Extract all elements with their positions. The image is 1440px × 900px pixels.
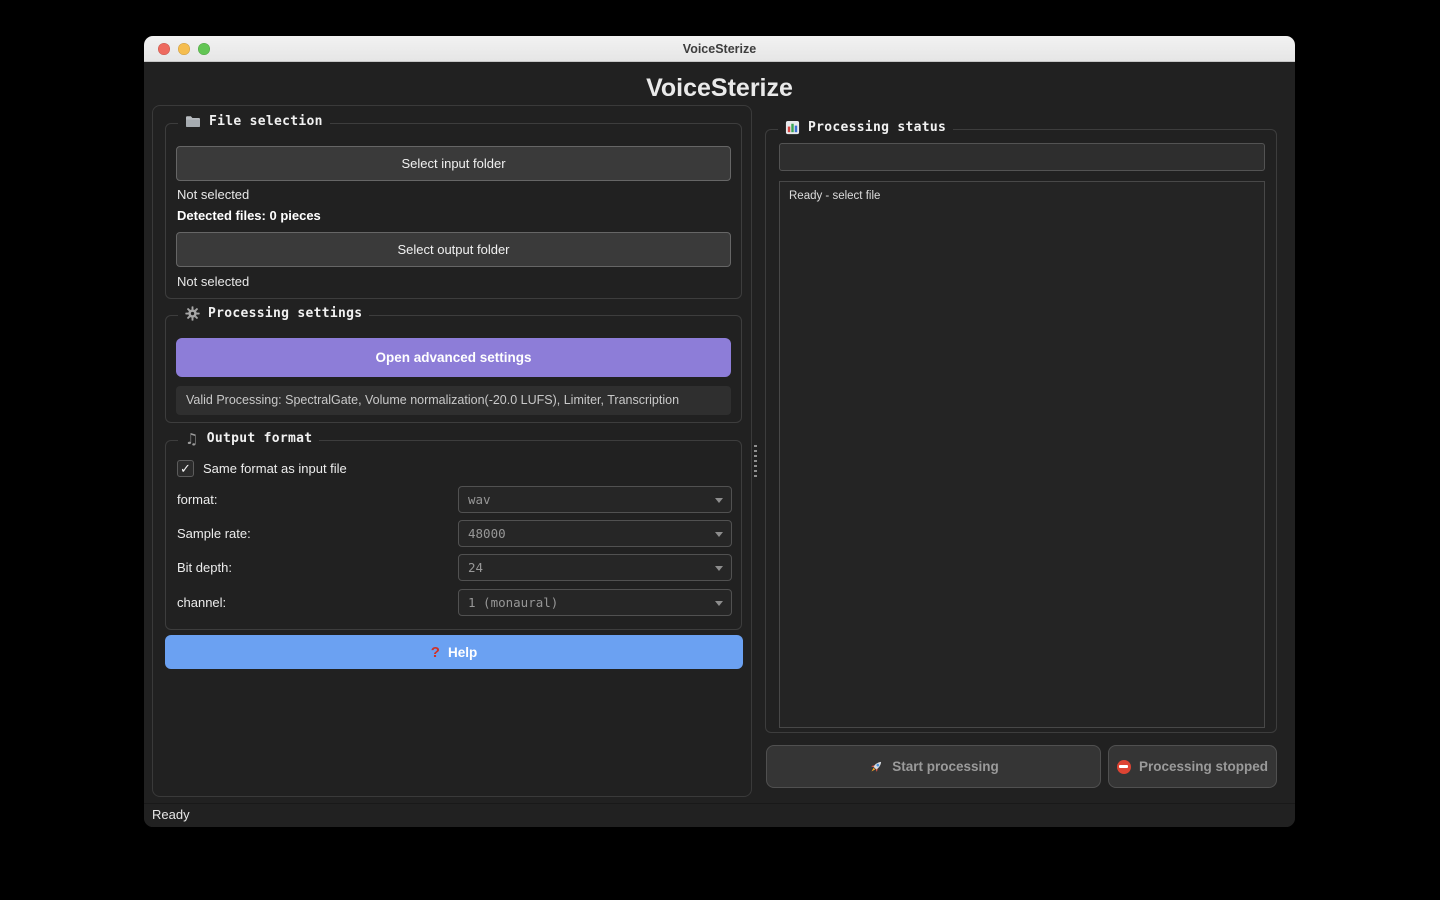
start-processing-label: Start processing xyxy=(892,759,999,774)
file-selection-legend-label: File selection xyxy=(209,114,323,129)
close-button[interactable] xyxy=(158,43,170,55)
bar-chart-icon xyxy=(785,120,800,135)
desktop: VoiceSterize VoiceSterize File selection… xyxy=(0,0,1440,900)
same-format-label: Same format as input file xyxy=(203,461,347,476)
channel-label: channel: xyxy=(177,589,226,616)
chevron-down-icon xyxy=(715,498,723,503)
processing-stopped-label: Processing stopped xyxy=(1139,759,1268,774)
bit-depth-select[interactable]: 24 xyxy=(458,554,732,581)
sample-rate-label: Sample rate: xyxy=(177,520,251,547)
same-format-checkbox[interactable]: ✓ xyxy=(177,460,194,477)
folder-icon xyxy=(185,115,201,128)
bit-depth-label: Bit depth: xyxy=(177,554,232,581)
zoom-button[interactable] xyxy=(198,43,210,55)
page-title: VoiceSterize xyxy=(144,74,1295,102)
log-line: Ready - select file xyxy=(789,190,880,202)
chevron-down-icon xyxy=(715,566,723,571)
processing-settings-legend-label: Processing settings xyxy=(208,306,362,321)
music-note-icon: ♫ xyxy=(185,432,199,446)
processing-stopped-button[interactable]: Processing stopped xyxy=(1108,745,1277,788)
output-format-group: ♫ Output format ✓ Same format as input f… xyxy=(165,440,742,630)
chevron-down-icon xyxy=(715,601,723,606)
bit-depth-value: 24 xyxy=(468,560,483,575)
processing-status-legend: Processing status xyxy=(778,120,953,135)
detected-files-label: Detected files: 0 pieces xyxy=(177,208,321,223)
titlebar: VoiceSterize xyxy=(144,36,1295,62)
format-select[interactable]: wav xyxy=(458,486,732,513)
channel-value: 1 (monaural) xyxy=(468,595,558,610)
help-button[interactable]: ? Help xyxy=(165,635,743,669)
question-mark-icon: ? xyxy=(431,644,440,661)
progress-bar xyxy=(779,143,1265,171)
output-format-legend-label: Output format xyxy=(207,431,313,446)
processing-settings-legend: Processing settings xyxy=(178,306,369,321)
input-folder-status: Not selected xyxy=(177,187,249,202)
gear-icon xyxy=(185,306,200,321)
valid-processing-summary: Valid Processing: SpectralGate, Volume n… xyxy=(176,386,731,415)
status-bar-text: Ready xyxy=(152,807,190,822)
format-value: wav xyxy=(468,492,491,507)
checkmark-icon: ✓ xyxy=(180,460,191,477)
format-label: format: xyxy=(177,486,217,513)
file-selection-legend: File selection xyxy=(178,114,330,129)
window-controls xyxy=(158,36,210,61)
processing-status-legend-label: Processing status xyxy=(808,120,946,135)
processing-settings-group: Processing settings Open advanced settin… xyxy=(165,315,742,423)
minimize-button[interactable] xyxy=(178,43,190,55)
output-folder-status: Not selected xyxy=(177,274,249,289)
select-input-folder-label: Select input folder xyxy=(401,156,505,171)
channel-select[interactable]: 1 (monaural) xyxy=(458,589,732,616)
processing-status-group: Processing status Ready - select file xyxy=(765,129,1277,733)
help-button-label: Help xyxy=(448,645,477,660)
stop-icon xyxy=(1117,760,1131,774)
select-output-folder-button[interactable]: Select output folder xyxy=(176,232,731,267)
pane-divider-handle[interactable] xyxy=(754,445,757,478)
sample-rate-select[interactable]: 48000 xyxy=(458,520,732,547)
log-output: Ready - select file xyxy=(779,181,1265,728)
open-advanced-settings-button[interactable]: Open advanced settings xyxy=(176,338,731,377)
rocket-icon xyxy=(868,759,884,775)
select-output-folder-label: Select output folder xyxy=(397,242,509,257)
chevron-down-icon xyxy=(715,532,723,537)
select-input-folder-button[interactable]: Select input folder xyxy=(176,146,731,181)
open-advanced-settings-label: Open advanced settings xyxy=(375,350,531,365)
output-format-legend: ♫ Output format xyxy=(178,431,319,446)
sample-rate-value: 48000 xyxy=(468,526,506,541)
app-window: VoiceSterize VoiceSterize File selection… xyxy=(144,36,1295,827)
same-format-row: ✓ Same format as input file xyxy=(177,460,347,477)
status-bar: Ready xyxy=(144,803,1295,827)
titlebar-title: VoiceSterize xyxy=(683,42,756,56)
start-processing-button[interactable]: Start processing xyxy=(766,745,1101,788)
file-selection-group: File selection Select input folder Not s… xyxy=(165,123,742,299)
